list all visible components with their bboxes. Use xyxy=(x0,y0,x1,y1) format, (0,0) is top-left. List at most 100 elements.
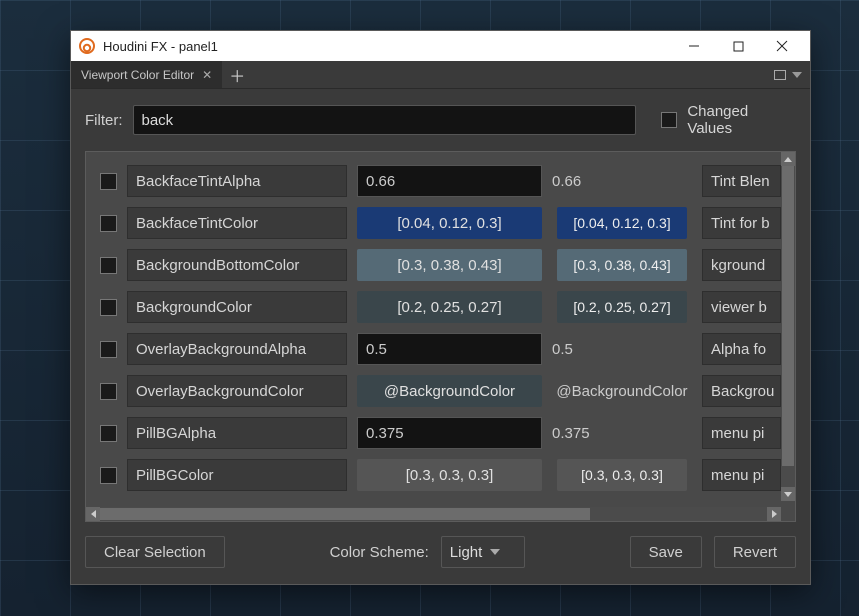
plus-icon: ＋ xyxy=(229,63,245,87)
color-scheme-label: Color Scheme: xyxy=(330,544,429,561)
property-default-cell: @BackgroundColor xyxy=(552,383,692,400)
property-default-text: 0.375 xyxy=(552,425,590,442)
row-changed-checkbox[interactable] xyxy=(100,299,117,316)
horizontal-scroll-thumb[interactable] xyxy=(100,508,590,520)
property-description-cell: menu pi xyxy=(702,417,781,449)
filter-input[interactable] xyxy=(133,105,636,135)
property-description-cell: Tint for b xyxy=(702,207,781,239)
property-default-text: 0.66 xyxy=(552,173,581,190)
scroll-right-button[interactable] xyxy=(767,507,781,521)
row-changed-checkbox[interactable] xyxy=(100,173,117,190)
color-scheme-select[interactable]: Light xyxy=(441,536,525,568)
triangle-up-icon xyxy=(784,157,792,162)
property-description-cell: menu pi xyxy=(702,459,781,491)
scroll-up-button[interactable] xyxy=(781,152,795,166)
vertical-scroll-thumb[interactable] xyxy=(782,166,794,466)
maximize-icon xyxy=(733,41,744,52)
property-default-cell: 0.66 xyxy=(552,173,692,190)
houdini-logo-icon xyxy=(79,38,95,54)
close-icon xyxy=(776,40,788,52)
property-name-cell[interactable]: BackfaceTintAlpha xyxy=(127,165,347,197)
property-name-cell[interactable]: BackgroundBottomColor xyxy=(127,249,347,281)
row-changed-checkbox[interactable] xyxy=(100,425,117,442)
property-default-swatch: [0.04, 0.12, 0.3] xyxy=(557,207,687,239)
property-value-swatch[interactable]: [0.3, 0.3, 0.3] xyxy=(357,459,542,491)
table-row: PillBGAlpha 0.375 menu pi xyxy=(86,412,781,454)
save-button[interactable]: Save xyxy=(630,536,702,568)
row-changed-checkbox[interactable] xyxy=(100,383,117,400)
color-scheme-value: Light xyxy=(450,544,483,561)
property-value-swatch[interactable]: [0.3, 0.38, 0.43] xyxy=(357,249,542,281)
revert-button[interactable]: Revert xyxy=(714,536,796,568)
filter-row: Filter: Changed Values xyxy=(85,103,796,137)
values-grid: BackfaceTintAlpha0.66Tint BlenBackfaceTi… xyxy=(85,151,796,522)
triangle-left-icon xyxy=(91,510,96,518)
window-title: Houdini FX - panel1 xyxy=(103,39,218,54)
table-row: BackgroundColor [0.2, 0.25, 0.27] [0.2, 0.… xyxy=(86,286,781,328)
property-name-cell[interactable]: PillBGAlpha xyxy=(127,417,347,449)
scroll-down-button[interactable] xyxy=(781,487,795,501)
property-default-cell: [0.3, 0.38, 0.43] xyxy=(552,249,692,281)
property-default-cell: [0.2, 0.25, 0.27] xyxy=(552,291,692,323)
table-row: BackfaceTintAlpha 0.66 Tint Blen xyxy=(86,160,781,202)
clear-selection-button[interactable]: Clear Selection xyxy=(85,536,225,568)
property-name-cell[interactable]: BackfaceTintColor xyxy=(127,207,347,239)
property-value-input[interactable] xyxy=(357,417,542,449)
property-description-cell: Backgrou xyxy=(702,375,781,407)
property-value-input[interactable] xyxy=(357,333,542,365)
row-changed-checkbox[interactable] xyxy=(100,215,117,232)
row-changed-checkbox[interactable] xyxy=(100,341,117,358)
tab-label: Viewport Color Editor xyxy=(81,68,194,82)
scroll-left-button[interactable] xyxy=(86,507,100,521)
property-description-cell: Tint Blen xyxy=(702,165,781,197)
property-default-cell: 0.5 xyxy=(552,341,692,358)
property-description-cell: kground xyxy=(702,249,781,281)
table-row: OverlayBackgroundAlpha 0.5 Alpha fo xyxy=(86,328,781,370)
changed-values-checkbox[interactable] xyxy=(661,112,677,128)
tab-strip: Viewport Color Editor ✕ ＋ xyxy=(71,61,810,89)
property-name-cell[interactable]: OverlayBackgroundAlpha xyxy=(127,333,347,365)
tab-close-icon[interactable]: ✕ xyxy=(202,68,212,82)
property-value-input[interactable] xyxy=(357,165,542,197)
table-row: BackgroundBottomColor [0.3, 0.38, 0.43] [0… xyxy=(86,244,781,286)
property-description-cell: Alpha fo xyxy=(702,333,781,365)
property-name-cell[interactable]: OverlayBackgroundColor xyxy=(127,375,347,407)
property-value-swatch[interactable]: [0.04, 0.12, 0.3] xyxy=(357,207,542,239)
panel-body: Filter: Changed Values BackfaceTintAlpha… xyxy=(71,89,810,584)
property-default-cell: [0.3, 0.3, 0.3] xyxy=(552,459,692,491)
property-name-cell[interactable]: PillBGColor xyxy=(127,459,347,491)
chevron-down-icon xyxy=(490,549,500,555)
table-row: OverlayBackgroundColor @BackgroundColor @B… xyxy=(86,370,781,412)
pane-menu-icon[interactable] xyxy=(792,72,802,78)
footer: Clear Selection Color Scheme: Light Save… xyxy=(85,522,796,570)
property-default-cell: 0.375 xyxy=(552,425,692,442)
minimize-button[interactable] xyxy=(672,31,716,61)
title-bar: Houdini FX - panel1 xyxy=(71,31,810,61)
maximize-button[interactable] xyxy=(716,31,760,61)
property-default-swatch: [0.3, 0.3, 0.3] xyxy=(557,459,687,491)
property-description-cell: viewer b xyxy=(702,291,781,323)
add-tab-button[interactable]: ＋ xyxy=(223,61,251,88)
property-value-swatch[interactable]: [0.2, 0.25, 0.27] xyxy=(357,291,542,323)
horizontal-scrollbar[interactable] xyxy=(86,507,781,521)
minimize-icon xyxy=(688,40,700,52)
property-value-swatch[interactable]: @BackgroundColor xyxy=(357,375,542,407)
app-window: Houdini FX - panel1 Viewport Color Edito… xyxy=(70,30,811,585)
row-changed-checkbox[interactable] xyxy=(100,257,117,274)
property-name-cell[interactable]: BackgroundColor xyxy=(127,291,347,323)
tab-viewport-color-editor[interactable]: Viewport Color Editor ✕ xyxy=(71,61,223,88)
property-default-text: @BackgroundColor xyxy=(556,383,687,400)
property-default-swatch: [0.3, 0.38, 0.43] xyxy=(557,249,687,281)
pane-layout-icon[interactable] xyxy=(774,70,786,80)
vertical-scrollbar[interactable] xyxy=(781,152,795,501)
row-changed-checkbox[interactable] xyxy=(100,467,117,484)
changed-values-label: Changed Values xyxy=(687,103,796,137)
property-default-swatch: [0.2, 0.25, 0.27] xyxy=(557,291,687,323)
close-button[interactable] xyxy=(760,31,804,61)
property-default-text: 0.5 xyxy=(552,341,573,358)
filter-label: Filter: xyxy=(85,112,123,129)
triangle-right-icon xyxy=(772,510,777,518)
triangle-down-icon xyxy=(784,492,792,497)
table-row: PillBGColor [0.3, 0.3, 0.3] [0.3, 0.3, 0.3… xyxy=(86,454,781,496)
property-default-cell: [0.04, 0.12, 0.3] xyxy=(552,207,692,239)
